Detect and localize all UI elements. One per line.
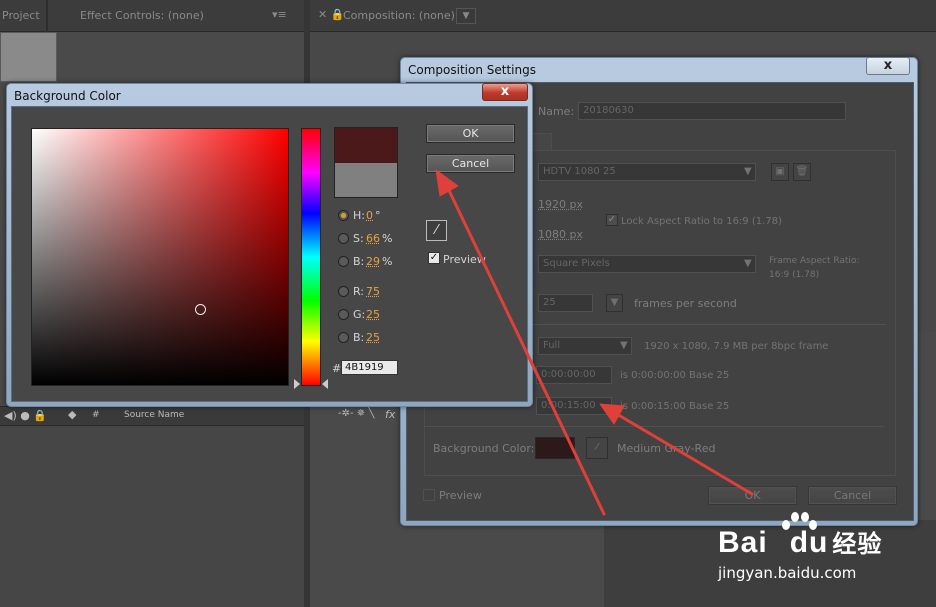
watermark-suffix: 经验	[832, 530, 883, 558]
arrow-to-cancel-head	[435, 169, 459, 197]
watermark-brand: Bai	[718, 526, 768, 559]
watermark-brand2: du	[789, 526, 829, 559]
arrow-to-duration-line	[608, 408, 754, 496]
baidu-watermark: Bai du 经验 jingyan.baidu.com	[718, 512, 928, 588]
arrow-to-duration-head	[599, 403, 625, 425]
watermark-url: jingyan.baidu.com	[718, 564, 857, 582]
arrow-to-cancel-line	[442, 178, 606, 516]
